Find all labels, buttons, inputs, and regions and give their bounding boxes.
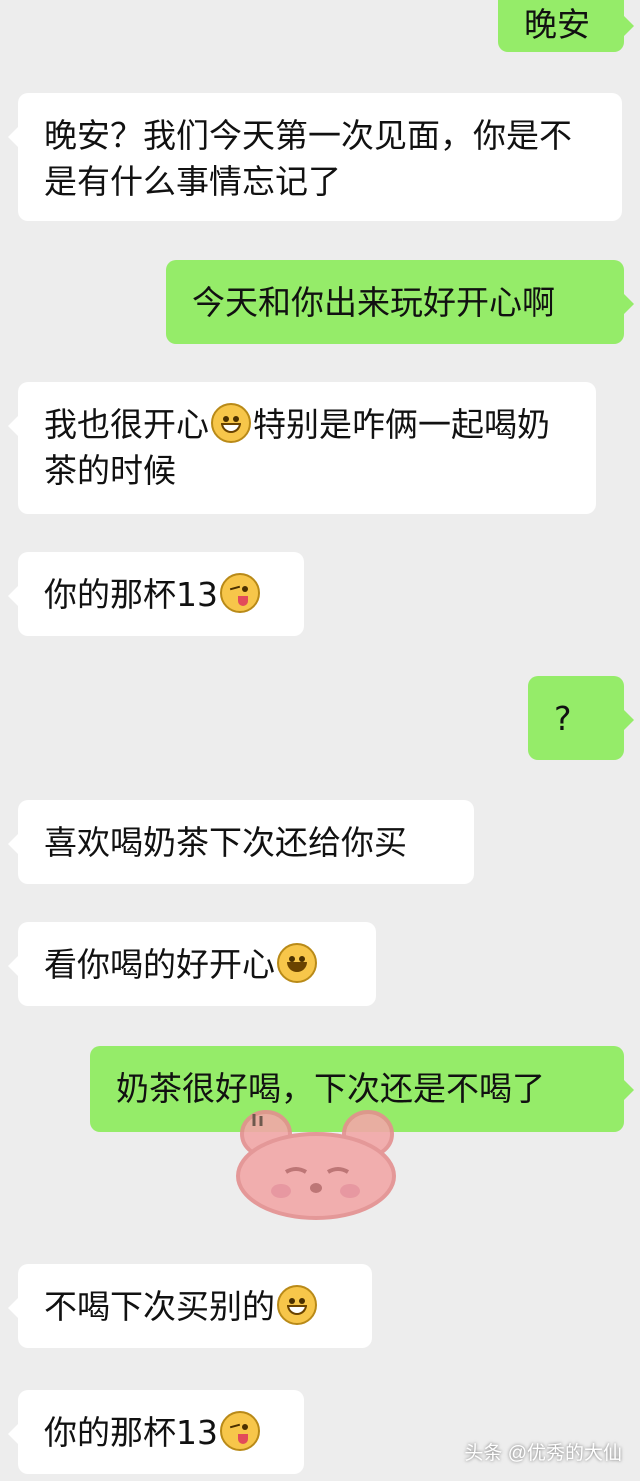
incoming-message-bubble[interactable]: 不喝下次买别的	[8, 1264, 372, 1348]
outgoing-message-bubble[interactable]: 今天和你出来玩好开心啊	[166, 260, 634, 344]
incoming-message-bubble[interactable]: 你的那杯13	[8, 1390, 304, 1474]
smiling-emoji-icon	[277, 943, 317, 983]
message-text: 喜欢喝奶茶下次还给你买	[44, 823, 407, 862]
pink-bear-sticker-icon	[236, 1110, 396, 1220]
outgoing-message-bubble[interactable]: 晚安	[498, 0, 634, 52]
grinning-emoji-icon	[277, 1285, 317, 1325]
chat-thread: 晚安 晚安？我们今天第一次见面，你是不是有什么事情忘记了 今天和你出来玩好开心啊…	[0, 0, 640, 1481]
message-text: 你的那杯13	[44, 1413, 218, 1452]
incoming-message-bubble[interactable]: 你的那杯13	[8, 552, 304, 636]
message-text: 我也很开心	[44, 405, 209, 444]
winking-tongue-emoji-icon	[220, 1411, 260, 1451]
message-text: 晚安	[524, 5, 590, 44]
outgoing-message-bubble[interactable]: ?	[528, 676, 634, 760]
incoming-message-bubble[interactable]: 喜欢喝奶茶下次还给你买	[8, 800, 474, 884]
incoming-message-bubble[interactable]: 我也很开心 特别是咋俩一起喝奶茶的时候	[8, 382, 596, 514]
message-text: 你的那杯13	[44, 575, 218, 614]
message-text: 晚安？我们今天第一次见面，你是不是有什么事情忘记了	[44, 116, 572, 201]
message-text: 今天和你出来玩好开心啊	[192, 283, 555, 322]
watermark: 头条 @优秀的大仙	[464, 1443, 622, 1464]
incoming-message-bubble[interactable]: 看你喝的好开心	[8, 922, 376, 1006]
message-text: ?	[554, 699, 572, 738]
message-text: 看你喝的好开心	[44, 945, 275, 984]
message-text: 奶茶很好喝，下次还是不喝了	[116, 1069, 545, 1108]
message-text: 不喝下次买别的	[44, 1287, 275, 1326]
incoming-message-bubble[interactable]: 晚安？我们今天第一次见面，你是不是有什么事情忘记了	[8, 93, 622, 221]
grinning-emoji-icon	[211, 403, 251, 443]
winking-tongue-emoji-icon	[220, 573, 260, 613]
